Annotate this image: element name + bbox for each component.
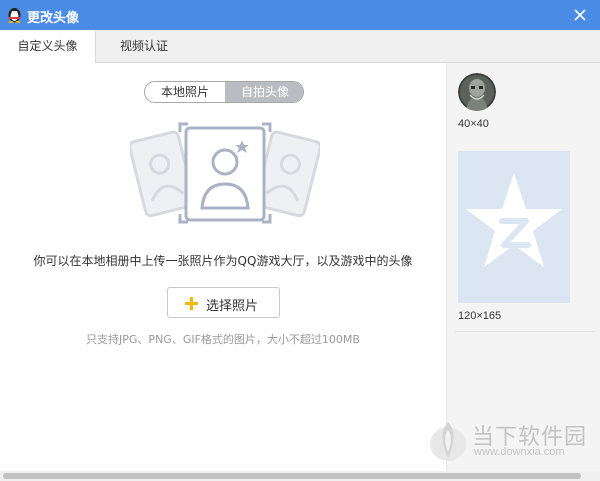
photo-source-toggle: 本地照片 自拍头像 — [144, 81, 304, 103]
qq-penguin-icon — [8, 8, 21, 23]
small-size-label: 40×40 — [458, 118, 489, 130]
format-note: 只支持JPG、PNG、GIF格式的图片，大小不超过100MB — [86, 333, 360, 346]
tab-bar: 自定义头像 视频认证 — [0, 30, 600, 64]
tab-video-verification[interactable]: 视频认证 — [96, 30, 192, 63]
tab-custom-avatar[interactable]: 自定义头像 — [0, 30, 96, 64]
local-photo-option[interactable]: 本地照片 — [145, 82, 225, 102]
choose-photo-button[interactable]: 选择照片 — [167, 287, 280, 318]
title-bar: 更改头像 — [0, 0, 600, 30]
selfie-avatar-option[interactable]: 自拍头像 — [225, 82, 303, 102]
photos-portrait-icon — [130, 122, 320, 224]
qq-star-logo-icon — [458, 151, 570, 303]
large-size-label: 120×165 — [458, 310, 502, 322]
plus-icon — [185, 297, 198, 310]
upload-description: 你可以在本地相册中上传一张照片作为QQ游戏大厅，以及游戏中的头像 — [33, 254, 413, 268]
horizontal-scrollbar[interactable] — [3, 473, 581, 479]
preview-divider — [455, 331, 595, 332]
watermark-url: www.downxia.com — [474, 446, 565, 458]
choose-photo-label: 选择照片 — [206, 299, 259, 314]
close-icon[interactable] — [572, 7, 588, 23]
downxia-logo-icon — [430, 422, 466, 461]
window-title: 更改头像 — [27, 11, 80, 26]
user-avatar-icon — [458, 73, 496, 111]
